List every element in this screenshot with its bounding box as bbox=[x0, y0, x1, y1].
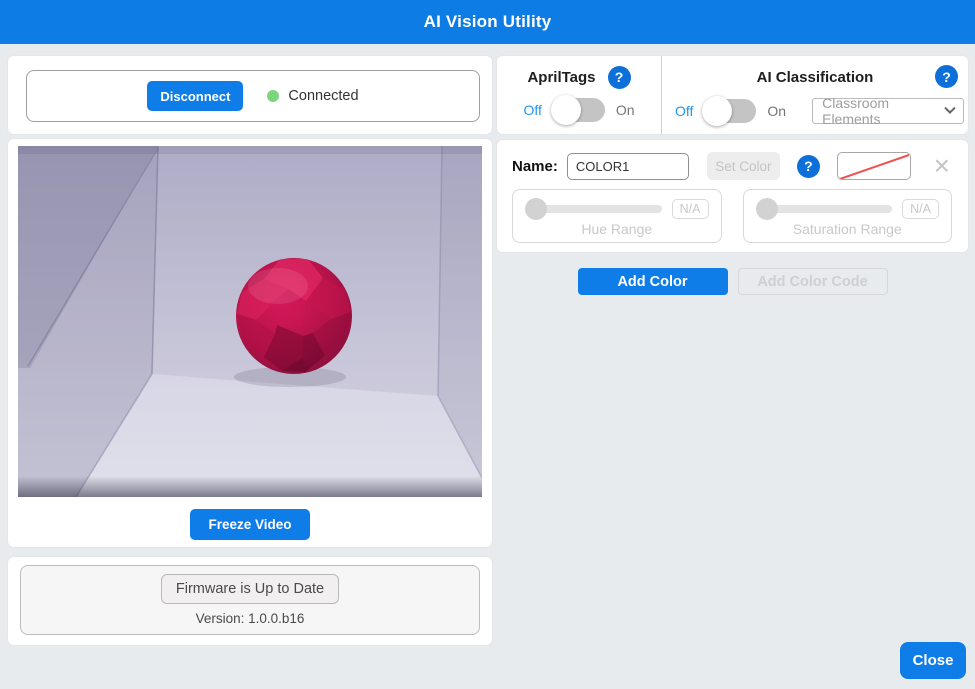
title-bar: AI Vision Utility bbox=[0, 0, 975, 44]
saturation-range-label: Saturation Range bbox=[756, 221, 940, 237]
firmware-status-box: Firmware is Up to Date Version: 1.0.0.b1… bbox=[20, 565, 480, 635]
red-ball bbox=[236, 258, 352, 374]
hue-range-box: N/A Hue Range bbox=[512, 189, 722, 243]
apriltags-off-label: Off bbox=[523, 102, 541, 118]
apriltags-toggle[interactable] bbox=[553, 98, 605, 122]
set-color-button[interactable]: Set Color bbox=[707, 152, 780, 180]
slider-knob[interactable] bbox=[525, 198, 547, 220]
add-color-button[interactable]: Add Color bbox=[578, 268, 728, 295]
detection-modes-panel: AprilTags ? Off On AI Classification ? O… bbox=[497, 56, 968, 134]
toggle-knob bbox=[551, 95, 581, 125]
apriltags-help-icon[interactable]: ? bbox=[608, 66, 631, 89]
hue-range-slider[interactable] bbox=[525, 198, 662, 220]
page-title: AI Vision Utility bbox=[424, 12, 552, 32]
connection-status-box: Disconnect Connected bbox=[26, 70, 480, 122]
video-feed-image bbox=[18, 146, 482, 497]
apriltags-section: AprilTags ? Off On bbox=[497, 56, 662, 134]
slider-knob[interactable] bbox=[756, 198, 778, 220]
camera-video-frame bbox=[18, 146, 482, 497]
dataset-selected-value: Classroom Elements bbox=[822, 95, 946, 127]
firmware-status-button[interactable]: Firmware is Up to Date bbox=[161, 574, 339, 604]
close-button[interactable]: Close bbox=[900, 642, 966, 679]
no-color-diagonal-icon bbox=[838, 153, 911, 180]
color-signature-panel: Name: Set Color ? × N/A Hue Range bbox=[497, 140, 968, 252]
remove-color-icon[interactable]: × bbox=[934, 156, 950, 176]
hue-range-value: N/A bbox=[672, 199, 709, 219]
dataset-select[interactable]: Classroom Elements bbox=[812, 98, 964, 124]
color-sliders-row: N/A Hue Range N/A Saturation Range bbox=[512, 189, 952, 243]
color-swatch bbox=[837, 152, 911, 180]
connected-indicator-icon bbox=[267, 90, 279, 102]
ai-classification-help-icon[interactable]: ? bbox=[935, 65, 958, 88]
firmware-panel: Firmware is Up to Date Version: 1.0.0.b1… bbox=[8, 557, 492, 645]
color-actions-row: Add Color Add Color Code bbox=[497, 268, 968, 295]
connection-panel: Disconnect Connected bbox=[8, 56, 492, 134]
color-name-row: Name: Set Color ? × bbox=[512, 151, 953, 181]
saturation-range-box: N/A Saturation Range bbox=[743, 189, 953, 243]
color-help-icon[interactable]: ? bbox=[797, 155, 820, 178]
color-name-input[interactable] bbox=[567, 153, 689, 180]
ai-classification-off-label: Off bbox=[675, 103, 693, 119]
ai-classification-title: AI Classification bbox=[757, 69, 874, 86]
toggle-knob bbox=[702, 96, 732, 126]
apriltags-title: AprilTags bbox=[527, 69, 595, 86]
firmware-version-label: Version: 1.0.0.b16 bbox=[196, 611, 305, 626]
add-color-code-button[interactable]: Add Color Code bbox=[738, 268, 888, 295]
apriltags-on-label: On bbox=[616, 102, 635, 118]
saturation-range-slider[interactable] bbox=[756, 198, 893, 220]
ai-classification-section: AI Classification ? Off On Classroom Ele… bbox=[662, 56, 968, 134]
saturation-range-value: N/A bbox=[902, 199, 939, 219]
ai-classification-toggle[interactable] bbox=[704, 99, 756, 123]
color-name-label: Name: bbox=[512, 158, 558, 175]
connection-status: Connected bbox=[267, 88, 358, 104]
disconnect-button[interactable]: Disconnect bbox=[147, 81, 243, 111]
camera-panel: Freeze Video bbox=[8, 139, 492, 547]
ai-classification-on-label: On bbox=[767, 103, 786, 119]
freeze-video-button[interactable]: Freeze Video bbox=[190, 509, 310, 540]
connection-status-label: Connected bbox=[288, 88, 358, 104]
hue-range-label: Hue Range bbox=[525, 221, 709, 237]
